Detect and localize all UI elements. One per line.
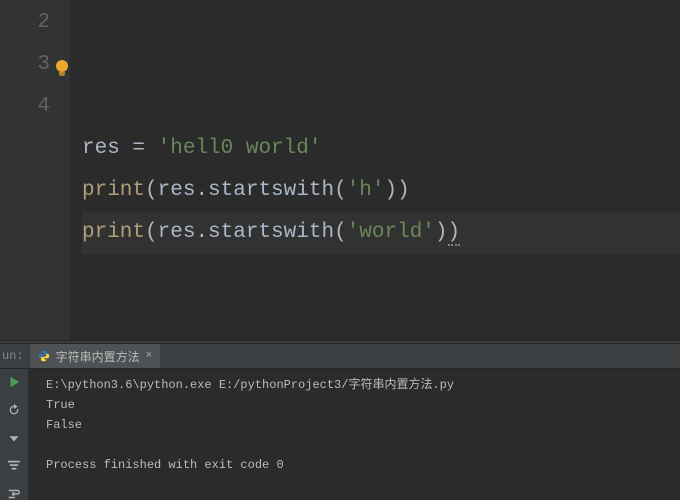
code-token: res [158,179,196,202]
python-file-icon [38,350,50,362]
line-number-gutter: 2 3 4 [0,0,70,340]
console-line: False [46,415,670,435]
code-token: . [195,179,208,202]
close-icon[interactable]: × [146,350,153,362]
run-panel: un: 字符串内置方法 × [0,344,680,500]
code-line[interactable]: print(res.startswith('h')) [82,170,680,212]
console-line [46,435,670,455]
code-token: ) [448,221,461,246]
line-number: 3 [0,44,50,86]
code-token: ) [385,179,398,202]
down-arrow-icon[interactable] [5,429,23,447]
code-token: res [82,137,120,160]
code-token: ( [145,221,158,244]
code-token: ( [334,221,347,244]
line-number: 4 [0,86,50,128]
code-token: res [158,221,196,244]
run-tab[interactable]: 字符串内置方法 × [30,344,161,368]
code-token: . [195,221,208,244]
console-line: E:\python3.6\python.exe E:/pythonProject… [46,375,670,395]
run-tool-column [0,369,28,500]
wrap-icon[interactable] [5,485,23,500]
code-token: 'world' [347,221,435,244]
run-tab-title: 字符串内置方法 [56,348,140,365]
code-token: ( [145,179,158,202]
run-tool-label: un: [0,349,30,363]
code-line[interactable]: print(res.startswith('world')) [82,212,680,254]
lightbulb-icon[interactable] [56,60,68,72]
code-token: print [82,179,145,202]
code-editor[interactable]: res = 'hell0 world'print(res.startswith(… [70,0,680,340]
code-token: 'h' [347,179,385,202]
run-tabbar: un: 字符串内置方法 × [0,344,680,369]
code-token: startswith [208,179,334,202]
code-token [120,137,133,160]
code-token: ) [435,221,448,244]
console-output[interactable]: E:\python3.6\python.exe E:/pythonProject… [28,369,680,500]
run-body: E:\python3.6\python.exe E:/pythonProject… [0,369,680,500]
console-line: Process finished with exit code 0 [46,455,670,475]
filter-icon[interactable] [5,457,23,475]
console-line: True [46,395,670,415]
code-token: ) [397,179,410,202]
line-number: 2 [0,2,50,44]
code-token: print [82,221,145,244]
code-token: = [132,137,145,160]
code-line[interactable]: res = 'hell0 world' [82,128,680,170]
code-token: 'hell0 world' [158,137,322,160]
code-token: startswith [208,221,334,244]
code-token: ( [334,179,347,202]
run-play-icon[interactable] [5,373,23,391]
restart-icon[interactable] [5,401,23,419]
editor-area: 2 3 4 res = 'hell0 world'print(res.start… [0,0,680,340]
code-token [145,137,158,160]
